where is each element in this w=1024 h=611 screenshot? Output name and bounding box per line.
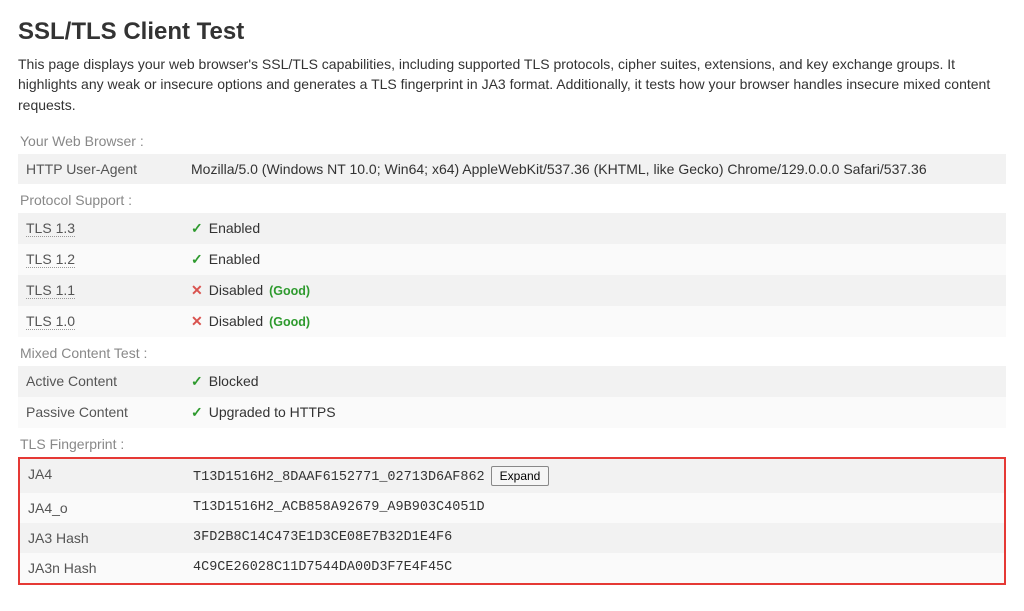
- section-label-browser: Your Web Browser :: [20, 133, 1006, 149]
- mixed-content-table: Active Content ✓ Blocked Passive Content …: [18, 366, 1006, 428]
- cell-key: HTTP User-Agent: [18, 154, 183, 184]
- fingerprint-value-ja3n: 4C9CE26028C11D7544DA00D3F7E4F45C: [185, 553, 1004, 583]
- protocol-status: Disabled: [209, 282, 263, 298]
- cell-key: JA3n Hash: [20, 553, 185, 583]
- section-label-mixed: Mixed Content Test :: [20, 345, 1006, 361]
- table-row: JA4 T13D1516H2_8DAAF6152771_02713D6AF862…: [20, 459, 1004, 493]
- fingerprint-box: JA4 T13D1516H2_8DAAF6152771_02713D6AF862…: [18, 457, 1006, 585]
- protocol-status: Enabled: [209, 251, 260, 267]
- cell-value-user-agent: Mozilla/5.0 (Windows NT 10.0; Win64; x64…: [183, 154, 1006, 184]
- cell-key: TLS 1.3: [26, 220, 75, 237]
- status-good: (Good): [269, 315, 310, 329]
- cell-key: TLS 1.1: [26, 282, 75, 299]
- cell-key: TLS 1.2: [26, 251, 75, 268]
- status-good: (Good): [269, 284, 310, 298]
- protocol-status: Disabled: [209, 313, 263, 329]
- page-description: This page displays your web browser's SS…: [18, 54, 1006, 115]
- table-row: JA3 Hash 3FD2B8C14C473E1D3CE08E7B32D1E4F…: [20, 523, 1004, 553]
- cell-key: TLS 1.0: [26, 313, 75, 330]
- expand-button[interactable]: Expand: [491, 466, 550, 486]
- page-title: SSL/TLS Client Test: [18, 18, 1006, 46]
- browser-table: HTTP User-Agent Mozilla/5.0 (Windows NT …: [18, 154, 1006, 184]
- fingerprint-table: JA4 T13D1516H2_8DAAF6152771_02713D6AF862…: [20, 459, 1004, 583]
- cell-key: JA4: [20, 459, 185, 493]
- mixed-status: Blocked: [209, 373, 259, 389]
- cell-key: Passive Content: [18, 397, 183, 428]
- table-row: TLS 1.0 ✕ Disabled (Good): [18, 306, 1006, 337]
- cross-icon: ✕: [191, 313, 203, 329]
- fingerprint-value-ja4o: T13D1516H2_ACB858A92679_A9B903C4051D: [185, 493, 1004, 523]
- table-row: Passive Content ✓ Upgraded to HTTPS: [18, 397, 1006, 428]
- check-icon: ✓: [191, 220, 203, 236]
- cell-key: Active Content: [18, 366, 183, 397]
- check-icon: ✓: [191, 251, 203, 267]
- fingerprint-value-ja3: 3FD2B8C14C473E1D3CE08E7B32D1E4F6: [185, 523, 1004, 553]
- check-icon: ✓: [191, 404, 203, 420]
- protocol-status: Enabled: [209, 220, 260, 236]
- cell-key: JA3 Hash: [20, 523, 185, 553]
- fingerprint-value-ja4: T13D1516H2_8DAAF6152771_02713D6AF862: [193, 470, 485, 485]
- table-row: HTTP User-Agent Mozilla/5.0 (Windows NT …: [18, 154, 1006, 184]
- mixed-status: Upgraded to HTTPS: [209, 404, 336, 420]
- table-row: Active Content ✓ Blocked: [18, 366, 1006, 397]
- check-icon: ✓: [191, 373, 203, 389]
- cell-key: JA4_o: [20, 493, 185, 523]
- table-row: TLS 1.3 ✓ Enabled: [18, 213, 1006, 244]
- section-label-protocol: Protocol Support :: [20, 192, 1006, 208]
- table-row: JA4_o T13D1516H2_ACB858A92679_A9B903C405…: [20, 493, 1004, 523]
- table-row: JA3n Hash 4C9CE26028C11D7544DA00D3F7E4F4…: [20, 553, 1004, 583]
- table-row: TLS 1.2 ✓ Enabled: [18, 244, 1006, 275]
- cross-icon: ✕: [191, 282, 203, 298]
- table-row: TLS 1.1 ✕ Disabled (Good): [18, 275, 1006, 306]
- section-label-fingerprint: TLS Fingerprint :: [20, 436, 1006, 452]
- protocol-table: TLS 1.3 ✓ Enabled TLS 1.2 ✓ Enabled TLS 1.…: [18, 213, 1006, 337]
